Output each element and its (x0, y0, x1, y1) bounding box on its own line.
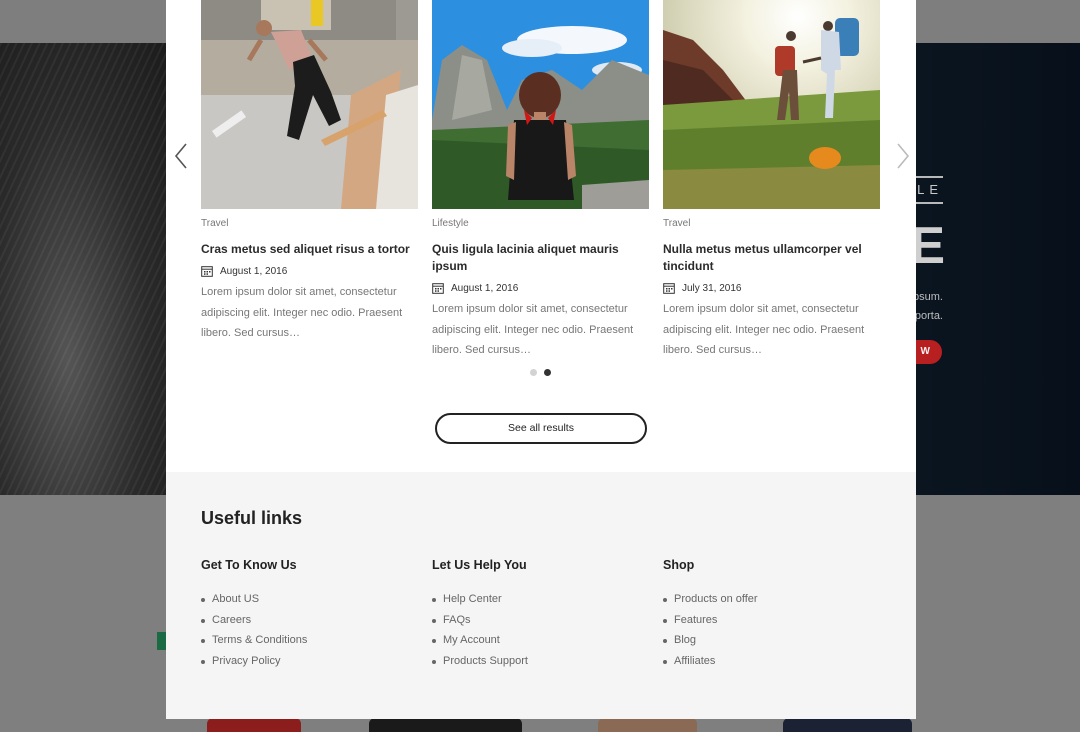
footer-column-let-us-help-you: Let Us Help You Help Center FAQs My Acco… (432, 558, 632, 671)
result-date-row: August 1, 2016 (201, 264, 418, 278)
result-title[interactable]: Cras metus sed aliquet risus a tortor (201, 241, 418, 258)
footer-link-products-on-offer[interactable]: Products on offer (663, 589, 863, 610)
result-date: August 1, 2016 (220, 265, 288, 277)
footer-link-careers[interactable]: Careers (201, 610, 401, 631)
footer-column-shop: Shop Products on offer Features Blog Aff… (663, 558, 863, 671)
result-date: July 31, 2016 (682, 282, 742, 294)
footer-column-title: Get To Know Us (201, 558, 297, 572)
result-excerpt: Lorem ipsum dolor sit amet, consectetur … (201, 286, 403, 339)
see-all-results-button[interactable]: See all results (435, 413, 647, 444)
useful-links-heading: Useful links (201, 508, 303, 528)
footer-column-get-to-know-us: Get To Know Us About US Careers Terms & … (201, 558, 401, 671)
result-category[interactable]: Travel (663, 218, 880, 230)
result-card[interactable]: Travel Nulla metus metus ullamcorper vel… (663, 0, 880, 361)
footer-link-about-us[interactable]: About US (201, 589, 401, 610)
footer-link-features[interactable]: Features (663, 610, 863, 631)
footer-column-title: Shop (663, 558, 695, 572)
chevron-right-icon (897, 143, 910, 169)
footer-link-faqs[interactable]: FAQs (432, 610, 632, 631)
result-category[interactable]: Travel (201, 218, 418, 230)
footer-link-terms[interactable]: Terms & Conditions (201, 630, 401, 651)
background-hero-photo (0, 43, 170, 495)
result-excerpt: Lorem ipsum dolor sit amet, consectetur … (663, 303, 865, 356)
result-title[interactable]: Nulla metus metus ullamcorper vel tincid… (663, 241, 880, 275)
footer-link-privacy[interactable]: Privacy Policy (201, 651, 401, 672)
skateboarder-photo[interactable] (201, 0, 418, 209)
background-product-thumb (207, 718, 301, 732)
carousel-dot-2[interactable] (544, 369, 551, 376)
background-product-thumb (598, 718, 697, 732)
useful-links-section: Useful links Get To Know Us About US Car… (166, 472, 916, 719)
calendar-icon (201, 266, 213, 277)
result-card[interactable]: Lifestyle Quis ligula lacinia aliquet ma… (432, 0, 649, 361)
footer-link-affiliates[interactable]: Affiliates (663, 651, 863, 672)
result-category[interactable]: Lifestyle (432, 218, 649, 230)
footer-link-help-center[interactable]: Help Center (432, 589, 632, 610)
search-results-modal: Travel Cras metus sed aliquet risus a to… (166, 0, 916, 719)
carousel-next-button[interactable] (890, 140, 914, 172)
woman-mountain-valley-photo[interactable] (432, 0, 649, 209)
result-date: August 1, 2016 (451, 282, 519, 294)
calendar-icon (432, 283, 444, 294)
background-product-thumb (783, 718, 912, 732)
result-title[interactable]: Quis ligula lacinia aliquet mauris ipsum (432, 241, 649, 275)
calendar-icon (663, 283, 675, 294)
footer-link-blog[interactable]: Blog (663, 630, 863, 651)
carousel-pagination (530, 369, 558, 376)
footer-link-my-account[interactable]: My Account (432, 630, 632, 651)
chevron-left-icon (174, 143, 187, 169)
result-excerpt: Lorem ipsum dolor sit amet, consectetur … (432, 303, 634, 356)
footer-column-title: Let Us Help You (432, 558, 527, 572)
carousel-prev-button[interactable] (170, 140, 194, 172)
background-product-thumb (369, 718, 522, 732)
carousel-dot-1[interactable] (530, 369, 537, 376)
result-date-row: August 1, 2016 (432, 281, 649, 295)
result-date-row: July 31, 2016 (663, 281, 880, 295)
footer-link-products-support[interactable]: Products Support (432, 651, 632, 672)
result-card[interactable]: Travel Cras metus sed aliquet risus a to… (201, 0, 418, 344)
hikers-meadow-photo[interactable] (663, 0, 880, 209)
